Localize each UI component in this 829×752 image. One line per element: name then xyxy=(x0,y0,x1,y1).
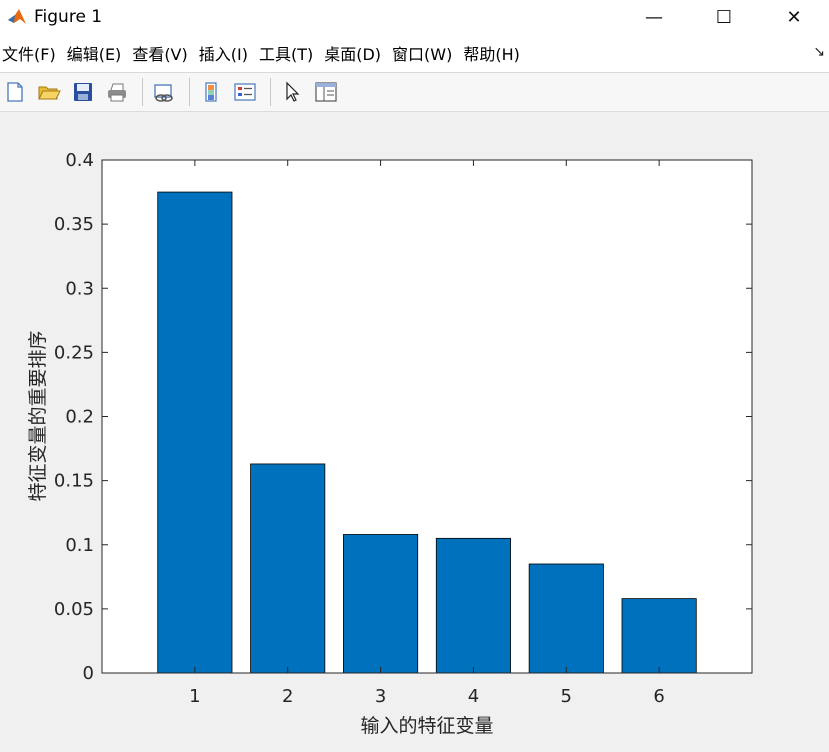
menu-overflow-arrow-icon[interactable]: ↘ xyxy=(813,44,825,60)
menu-bar: 文件(F) 编辑(E) 查看(V) 插入(I) 工具(T) 桌面(D) 窗口(W… xyxy=(0,34,829,73)
close-button[interactable]: ✕ xyxy=(759,0,829,34)
bar-chart: 1 2 3 4 5 6 0 0.05 0.1 0.15 0.2 0.25 0.3 0.35 0.4 输入的特… xyxy=(27,150,753,737)
bar-1 xyxy=(157,191,233,674)
window-controls: — ☐ ✕ xyxy=(619,0,829,34)
window-titlebar: Figure 1 — ☐ ✕ xyxy=(0,0,829,34)
toolbar-separator xyxy=(270,78,271,106)
toolbar-separator xyxy=(189,78,190,106)
bar-4 xyxy=(435,537,511,674)
minimize-button[interactable]: — xyxy=(619,0,689,34)
bar-5 xyxy=(528,563,604,674)
menu-help[interactable]: 帮助(H) xyxy=(461,41,529,65)
bar-3 xyxy=(343,534,419,674)
menu-insert[interactable]: 插入(I) xyxy=(197,41,257,65)
y-tick-label: 0.25 xyxy=(54,342,94,363)
insert-colorbar-icon[interactable] xyxy=(196,77,226,107)
y-tick-label: 0 xyxy=(83,663,94,684)
x-tick-label: 4 xyxy=(468,686,479,707)
figure-toolbar xyxy=(0,73,829,112)
bar-2 xyxy=(250,463,326,674)
save-icon[interactable] xyxy=(68,77,98,107)
y-tick-label: 0.2 xyxy=(65,407,94,428)
x-axis-label: 输入的特征变量 xyxy=(360,715,493,737)
menu-edit[interactable]: 编辑(E) xyxy=(65,41,131,65)
menu-window[interactable]: 窗口(W) xyxy=(390,41,461,65)
x-tick-label: 5 xyxy=(561,686,572,707)
x-tick-label: 2 xyxy=(282,686,293,707)
y-tick-label: 0.4 xyxy=(65,150,94,171)
toolbar-separator xyxy=(142,78,143,106)
insert-legend-icon[interactable] xyxy=(230,77,260,107)
y-tick-label: 0.05 xyxy=(54,599,94,620)
matlab-logo-icon xyxy=(8,9,26,24)
menu-view[interactable]: 查看(V) xyxy=(130,41,196,65)
y-tick-label: 0.15 xyxy=(54,471,94,492)
x-tick-label: 6 xyxy=(653,686,664,707)
link-plot-icon[interactable] xyxy=(149,77,179,107)
open-file-icon[interactable] xyxy=(34,77,64,107)
new-figure-icon[interactable] xyxy=(0,77,30,107)
y-tick-label: 0.1 xyxy=(65,535,94,556)
y-axis-label: 特征变量的重要排序 xyxy=(27,330,49,501)
print-icon[interactable] xyxy=(102,77,132,107)
property-editor-icon[interactable] xyxy=(311,77,341,107)
menu-file[interactable]: 文件(F) xyxy=(0,41,65,65)
menu-tools[interactable]: 工具(T) xyxy=(257,41,322,65)
bar-6 xyxy=(621,598,697,674)
window-title: Figure 1 xyxy=(34,7,103,27)
maximize-button[interactable]: ☐ xyxy=(689,0,759,34)
y-tick-label: 0.3 xyxy=(65,278,94,299)
y-tick-label: 0.35 xyxy=(54,214,94,235)
x-tick-label: 1 xyxy=(189,686,200,707)
pointer-icon[interactable] xyxy=(277,77,307,107)
figure-canvas: 1 2 3 4 5 6 0 0.05 0.1 0.15 0.2 0.25 0.3 0.35 0.4 输入的特… xyxy=(0,112,829,748)
menu-desktop[interactable]: 桌面(D) xyxy=(322,41,390,65)
x-tick-label: 3 xyxy=(375,686,386,707)
